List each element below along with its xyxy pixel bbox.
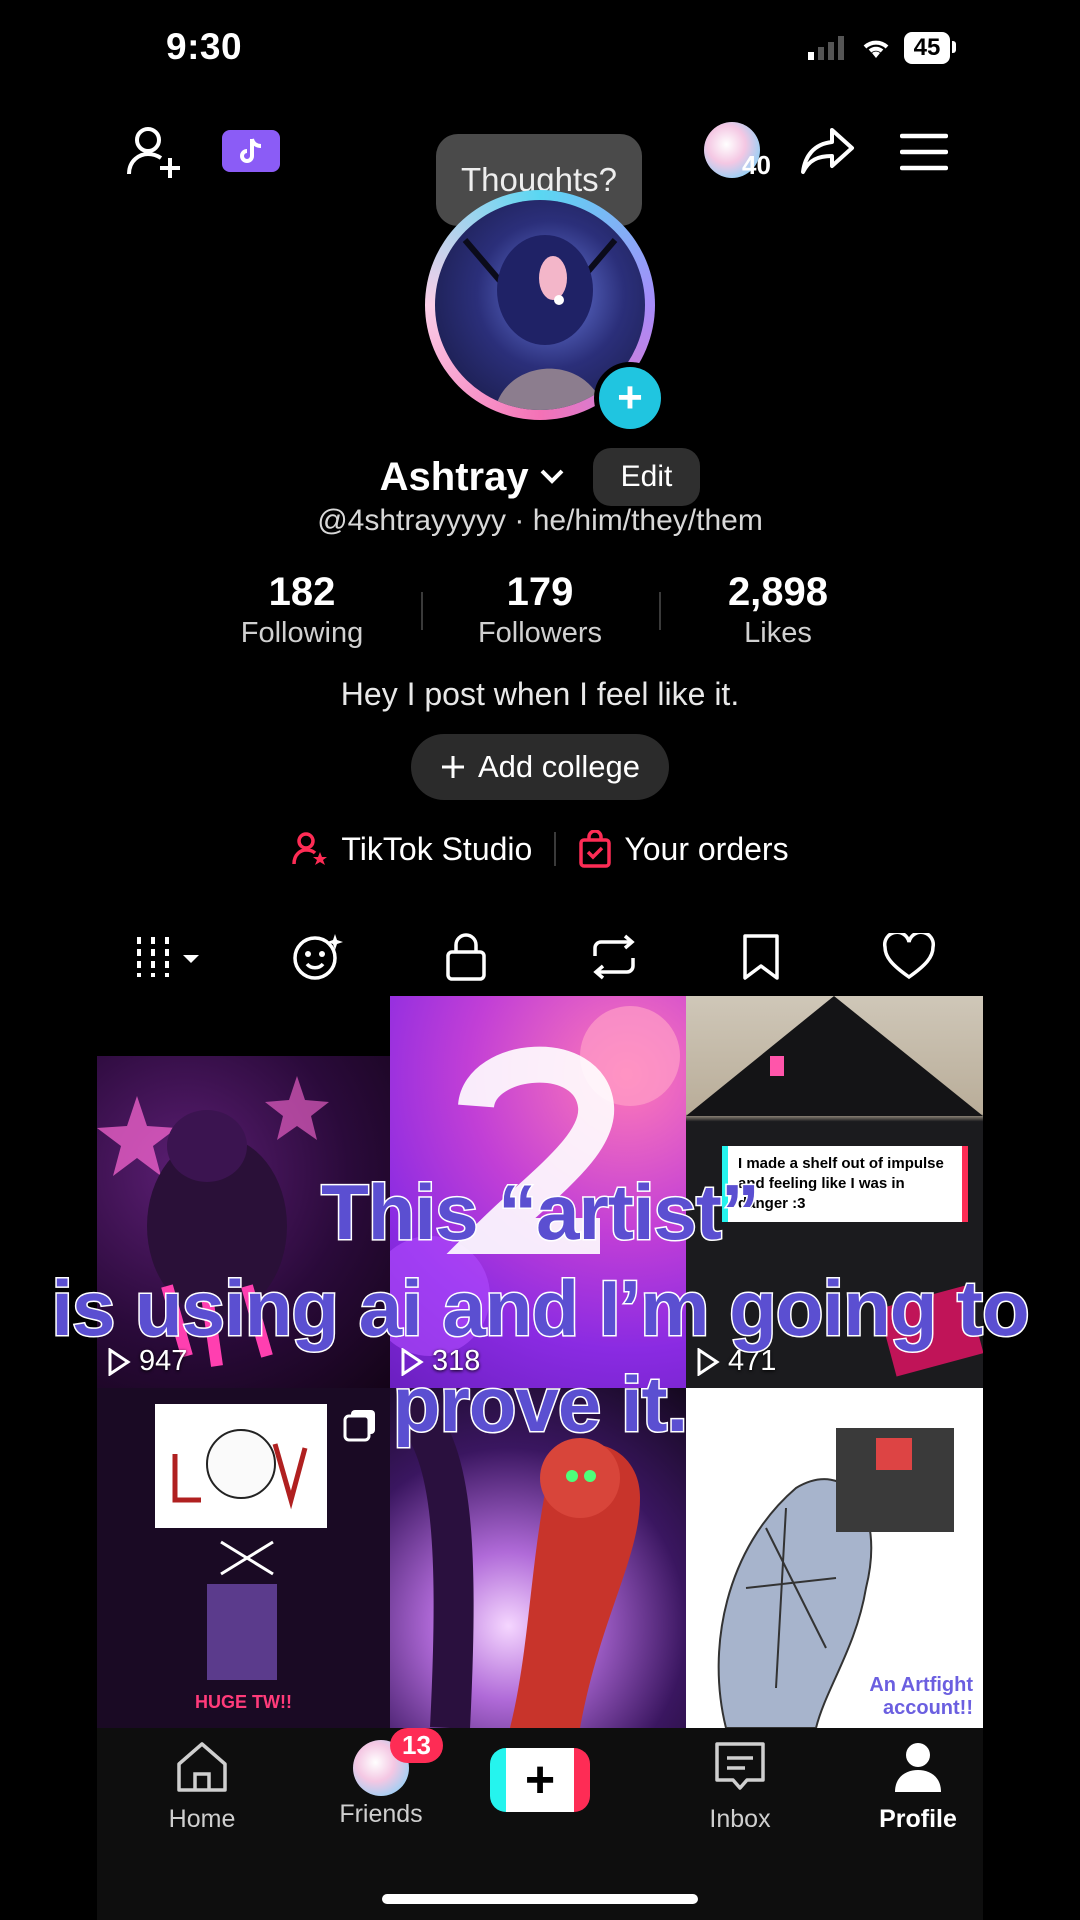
tab-ai-self[interactable] (263, 922, 373, 992)
inbox-icon (715, 1742, 765, 1790)
stat-label: Likes (744, 617, 812, 649)
stat-value: 182 (268, 570, 336, 614)
create-button[interactable]: + (490, 1748, 590, 1812)
tab-videos[interactable] (107, 922, 226, 1006)
overlay-caption-line: This “artist” (320, 1167, 762, 1258)
your-orders-link[interactable]: Your orders (578, 830, 789, 868)
bookmark-icon (743, 934, 780, 980)
profile-bio: Hey I post when I feel like it. (340, 676, 740, 712)
menu-icon[interactable] (899, 132, 949, 177)
nav-friends[interactable]: 13 Friends (306, 1728, 456, 1829)
stat-likes[interactable]: 2,898 Likes (659, 570, 897, 650)
overlay-caption-line: is using ai and I’m going to (50, 1263, 1031, 1354)
nav-profile-label: Profile (879, 1805, 957, 1833)
share-icon[interactable] (800, 126, 856, 181)
pronouns: · he/him/they/them (514, 504, 763, 537)
profile-person-icon (895, 1743, 941, 1792)
tiktok-studio-app-icon[interactable] (222, 130, 280, 172)
stat-label: Followers (477, 617, 603, 649)
signal-icon (808, 36, 844, 60)
nav-home-label: Home (168, 1805, 236, 1833)
display-name[interactable]: Ashtray (380, 455, 565, 500)
add-story-plus-icon[interactable]: + (594, 362, 666, 434)
add-friend-icon[interactable] (126, 124, 184, 185)
handle-line: @4shtrayyyyy · he/him/they/them (0, 504, 1080, 538)
nav-inbox[interactable]: Inbox (665, 1740, 815, 1834)
edit-profile-button[interactable]: Edit (592, 448, 701, 506)
shopping-bag-icon (579, 830, 612, 868)
thumbnail-art (207, 1584, 277, 1680)
profile-tabs (97, 918, 983, 1006)
tab-private[interactable] (411, 922, 521, 992)
overlay-caption: This “artist” is using ai and I’m going … (0, 1164, 1080, 1452)
add-college-button[interactable]: Add college (411, 734, 669, 800)
x-mark (220, 1540, 274, 1576)
friends-notification-badge: 13 (390, 1728, 443, 1763)
your-orders-label: Your orders (624, 830, 789, 867)
stat-value: 179 (506, 570, 574, 614)
username-handle: @4shtrayyyyy (317, 504, 507, 537)
nav-home[interactable]: Home (127, 1740, 277, 1834)
link-divider (554, 832, 557, 866)
stat-label: Following (240, 617, 364, 649)
tab-liked[interactable] (854, 922, 964, 992)
studio-person-icon (292, 832, 328, 865)
overlay-caption-line: prove it. (391, 1359, 689, 1450)
display-name-text: Ashtray (379, 454, 529, 499)
profile-stats: 182 Following 179 Followers 2,898 Likes (0, 570, 1080, 650)
tiktok-studio-label: TikTok Studio (341, 830, 533, 867)
heart-icon (883, 933, 936, 980)
nav-inbox-label: Inbox (709, 1805, 771, 1833)
stat-followers[interactable]: 179 Followers (421, 570, 659, 650)
face-sparkle-icon (293, 934, 344, 980)
plus-icon: + (524, 1751, 556, 1809)
home-indicator[interactable] (382, 1894, 698, 1904)
bottom-nav: Home 13 Friends + Inbox Profile (97, 1728, 983, 1920)
tab-saved[interactable] (706, 922, 816, 992)
status-time: 9:30 (166, 26, 243, 67)
plus-icon (441, 756, 464, 778)
wifi-icon (863, 40, 889, 58)
nav-profile[interactable]: Profile (843, 1740, 993, 1834)
battery-indicator: 45 (904, 32, 956, 64)
nav-friends-label: Friends (339, 1800, 423, 1828)
grid-view-icon (136, 937, 199, 977)
home-icon (177, 1742, 227, 1792)
video-caption: An Artfight account!! (869, 1674, 973, 1719)
stat-value: 2,898 (727, 570, 829, 614)
tiktok-studio-link[interactable]: TikTok Studio (291, 830, 532, 868)
chevron-down-icon (540, 469, 564, 484)
tab-reposts[interactable] (559, 922, 669, 992)
status-icons: 45 (808, 32, 956, 64)
add-college-label: Add college (477, 749, 640, 784)
coins-count: 40 (742, 150, 771, 180)
lock-icon (446, 933, 486, 981)
stat-following[interactable]: 182 Following (183, 570, 421, 650)
repost-icon (593, 934, 635, 980)
video-caption: HUGE TW!! (195, 1692, 292, 1712)
